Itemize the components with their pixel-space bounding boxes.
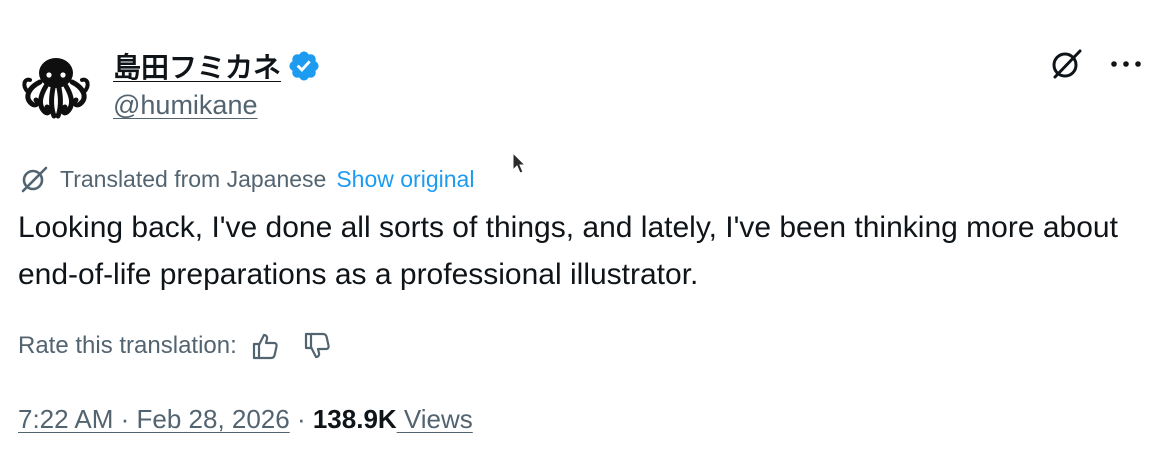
tweet-text: Looking back, I've done all sorts of thi… [18,211,1118,291]
translation-notice: Translated from Japanese Show original [18,163,474,195]
thumbs-up-icon [252,333,278,360]
tweet-timestamp[interactable]: 7:22 AM · Feb 28, 2026 [18,404,290,435]
meta-separator: · [289,404,313,434]
grok-icon [1052,49,1082,79]
avatar[interactable] [18,46,94,122]
thumbs-down-icon [304,332,330,359]
rate-translation-row: Rate this translation: [18,330,333,362]
author-display-name[interactable]: 島田フミカネ [113,46,281,86]
more-dots-icon [1111,61,1141,67]
show-original-link[interactable]: Show original [336,166,474,193]
grok-translate-icon [21,166,48,193]
views-count: 138.9K [312,404,397,434]
thumbs-up-button[interactable] [249,330,281,362]
more-options-button[interactable] [1106,44,1146,84]
grok-button[interactable] [1046,44,1086,84]
thumbs-down-button[interactable] [301,330,333,362]
verified-badge-icon[interactable] [287,49,321,83]
octopus-avatar-icon [18,46,94,122]
mouse-cursor-icon [512,152,526,174]
translated-from-label: Translated from Japanese [60,165,327,192]
author-name-row: 島田フミカネ [113,46,321,86]
tweet-top-actions [1046,44,1146,84]
tweet-meta: 7:22 AM · Feb 28, 2026 · 138.9K Views [18,404,473,435]
views-link[interactable]: Views [397,404,473,435]
rate-translation-label: Rate this translation: [18,332,237,359]
author-handle[interactable]: @humikane [113,90,257,121]
